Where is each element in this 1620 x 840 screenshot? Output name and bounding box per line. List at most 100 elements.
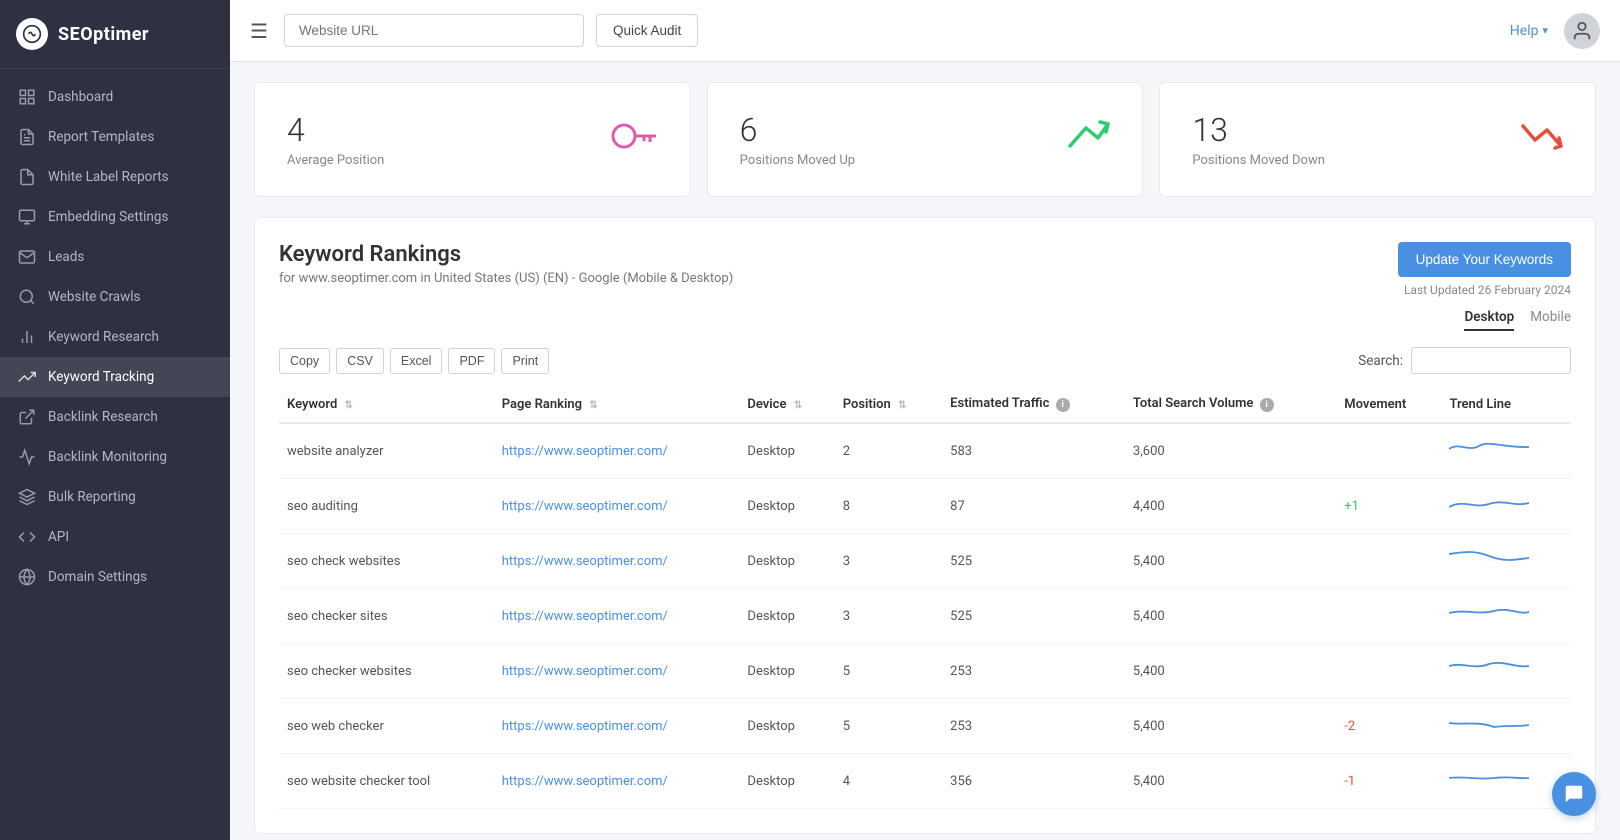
pdf-button[interactable]: PDF bbox=[448, 348, 495, 374]
cell-movement bbox=[1336, 644, 1441, 699]
search-label: Search: bbox=[1358, 353, 1403, 369]
sidebar-label-white-label-reports: White Label Reports bbox=[48, 169, 169, 185]
sidebar-item-backlink-monitoring[interactable]: Backlink Monitoring bbox=[0, 437, 230, 477]
cell-volume: 5,400 bbox=[1125, 754, 1336, 809]
sidebar-item-website-crawls[interactable]: Website Crawls bbox=[0, 277, 230, 317]
col-movement[interactable]: Movement bbox=[1336, 386, 1441, 423]
chevron-down-icon: ▾ bbox=[1542, 24, 1548, 37]
sidebar-item-leads[interactable]: Leads bbox=[0, 237, 230, 277]
toggle-desktop[interactable]: Desktop bbox=[1464, 309, 1514, 331]
search-input[interactable] bbox=[1411, 347, 1571, 374]
excel-button[interactable]: Excel bbox=[390, 348, 443, 374]
menu-icon[interactable]: ☰ bbox=[250, 19, 268, 43]
cell-page[interactable]: https://www.seoptimer.com/ bbox=[494, 479, 740, 534]
col-page-ranking[interactable]: Page Ranking ⇅ bbox=[494, 386, 740, 423]
cell-volume: 5,400 bbox=[1125, 589, 1336, 644]
cell-position: 4 bbox=[835, 754, 942, 809]
search-bar: Search: bbox=[1358, 347, 1571, 374]
stat-label-positions-up: Positions Moved Up bbox=[740, 153, 855, 168]
sidebar-item-domain-settings[interactable]: Domain Settings bbox=[0, 557, 230, 597]
cell-traffic: 525 bbox=[942, 534, 1125, 589]
sidebar-item-white-label-reports[interactable]: White Label Reports bbox=[0, 157, 230, 197]
export-buttons: Copy CSV Excel PDF Print bbox=[279, 348, 549, 374]
stat-value-positions-up: 6 bbox=[740, 111, 855, 149]
cell-page[interactable]: https://www.seoptimer.com/ bbox=[494, 534, 740, 589]
update-keywords-button[interactable]: Update Your Keywords bbox=[1398, 242, 1571, 277]
col-position[interactable]: Position ⇅ bbox=[835, 386, 942, 423]
col-device[interactable]: Device ⇅ bbox=[739, 386, 834, 423]
cell-page[interactable]: https://www.seoptimer.com/ bbox=[494, 754, 740, 809]
sidebar-item-bulk-reporting[interactable]: Bulk Reporting bbox=[0, 477, 230, 517]
col-estimated-traffic[interactable]: Estimated Traffic i bbox=[942, 386, 1125, 423]
sidebar-item-report-templates[interactable]: Report Templates bbox=[0, 117, 230, 157]
volume-info-icon[interactable]: i bbox=[1260, 398, 1274, 412]
cell-movement: -2 bbox=[1336, 699, 1441, 754]
toggle-mobile[interactable]: Mobile bbox=[1530, 309, 1571, 331]
print-button[interactable]: Print bbox=[501, 348, 549, 374]
cell-position: 5 bbox=[835, 644, 942, 699]
cell-traffic: 87 bbox=[942, 479, 1125, 534]
cell-keyword: website analyzer bbox=[279, 423, 494, 479]
cell-page[interactable]: https://www.seoptimer.com/ bbox=[494, 589, 740, 644]
sidebar-nav: Dashboard Report Templates White Label R… bbox=[0, 69, 230, 840]
cell-traffic: 583 bbox=[942, 423, 1125, 479]
cell-device: Desktop bbox=[739, 423, 834, 479]
rankings-section: Keyword Rankings for www.seoptimer.com i… bbox=[254, 217, 1596, 834]
chat-bubble[interactable] bbox=[1552, 772, 1596, 816]
traffic-info-icon[interactable]: i bbox=[1056, 398, 1070, 412]
url-input[interactable] bbox=[284, 14, 584, 47]
cell-trend bbox=[1441, 479, 1571, 534]
rankings-subtitle: for www.seoptimer.com in United States (… bbox=[279, 271, 733, 286]
sidebar-item-dashboard[interactable]: Dashboard bbox=[0, 77, 230, 117]
cell-page[interactable]: https://www.seoptimer.com/ bbox=[494, 423, 740, 479]
cell-position: 8 bbox=[835, 479, 942, 534]
cell-traffic: 253 bbox=[942, 644, 1125, 699]
arrow-down-icon bbox=[1519, 118, 1563, 161]
sidebar-label-dashboard: Dashboard bbox=[48, 89, 113, 105]
cell-page[interactable]: https://www.seoptimer.com/ bbox=[494, 644, 740, 699]
sidebar-item-api[interactable]: API bbox=[0, 517, 230, 557]
cell-keyword: seo web checker bbox=[279, 699, 494, 754]
sidebar-label-domain-settings: Domain Settings bbox=[48, 569, 147, 585]
sidebar-label-keyword-tracking: Keyword Tracking bbox=[48, 369, 154, 385]
quick-audit-button[interactable]: Quick Audit bbox=[596, 14, 698, 47]
cell-volume: 3,600 bbox=[1125, 423, 1336, 479]
cell-device: Desktop bbox=[739, 589, 834, 644]
main-area: ☰ Quick Audit Help ▾ 4 Average Po bbox=[230, 0, 1620, 840]
sidebar-item-embedding-settings[interactable]: Embedding Settings bbox=[0, 197, 230, 237]
cell-device: Desktop bbox=[739, 479, 834, 534]
cell-movement bbox=[1336, 423, 1441, 479]
copy-button[interactable]: Copy bbox=[279, 348, 330, 374]
content-area: 4 Average Position 6 Positio bbox=[230, 62, 1620, 840]
stat-value-average-position: 4 bbox=[287, 111, 384, 149]
logo-text: SEOptimer bbox=[58, 24, 149, 45]
view-toggle: Desktop Mobile bbox=[279, 309, 1571, 331]
cell-page[interactable]: https://www.seoptimer.com/ bbox=[494, 699, 740, 754]
cell-movement bbox=[1336, 589, 1441, 644]
cell-position: 3 bbox=[835, 589, 942, 644]
user-avatar[interactable] bbox=[1564, 13, 1600, 49]
sidebar-item-keyword-tracking[interactable]: Keyword Tracking bbox=[0, 357, 230, 397]
cell-volume: 5,400 bbox=[1125, 699, 1336, 754]
cell-volume: 5,400 bbox=[1125, 644, 1336, 699]
col-keyword[interactable]: Keyword ⇅ bbox=[279, 386, 494, 423]
cell-trend bbox=[1441, 534, 1571, 589]
cell-trend bbox=[1441, 589, 1571, 644]
rankings-table: Keyword ⇅ Page Ranking ⇅ Device ⇅ Positi… bbox=[279, 386, 1571, 809]
csv-button[interactable]: CSV bbox=[336, 348, 384, 374]
help-button[interactable]: Help ▾ bbox=[1510, 23, 1548, 39]
logo[interactable]: SEOptimer bbox=[0, 0, 230, 69]
sidebar-label-embedding-settings: Embedding Settings bbox=[48, 209, 168, 225]
sidebar-item-backlink-research[interactable]: Backlink Research bbox=[0, 397, 230, 437]
table-row: website analyzer https://www.seoptimer.c… bbox=[279, 423, 1571, 479]
cell-movement bbox=[1336, 534, 1441, 589]
cell-trend bbox=[1441, 699, 1571, 754]
rankings-title: Keyword Rankings bbox=[279, 242, 733, 267]
cell-trend bbox=[1441, 644, 1571, 699]
sidebar-label-backlink-monitoring: Backlink Monitoring bbox=[48, 449, 167, 465]
cell-trend bbox=[1441, 754, 1571, 809]
cell-keyword: seo checker websites bbox=[279, 644, 494, 699]
table-row: seo web checker https://www.seoptimer.co… bbox=[279, 699, 1571, 754]
sidebar-item-keyword-research[interactable]: Keyword Research bbox=[0, 317, 230, 357]
col-total-search-volume[interactable]: Total Search Volume i bbox=[1125, 386, 1336, 423]
